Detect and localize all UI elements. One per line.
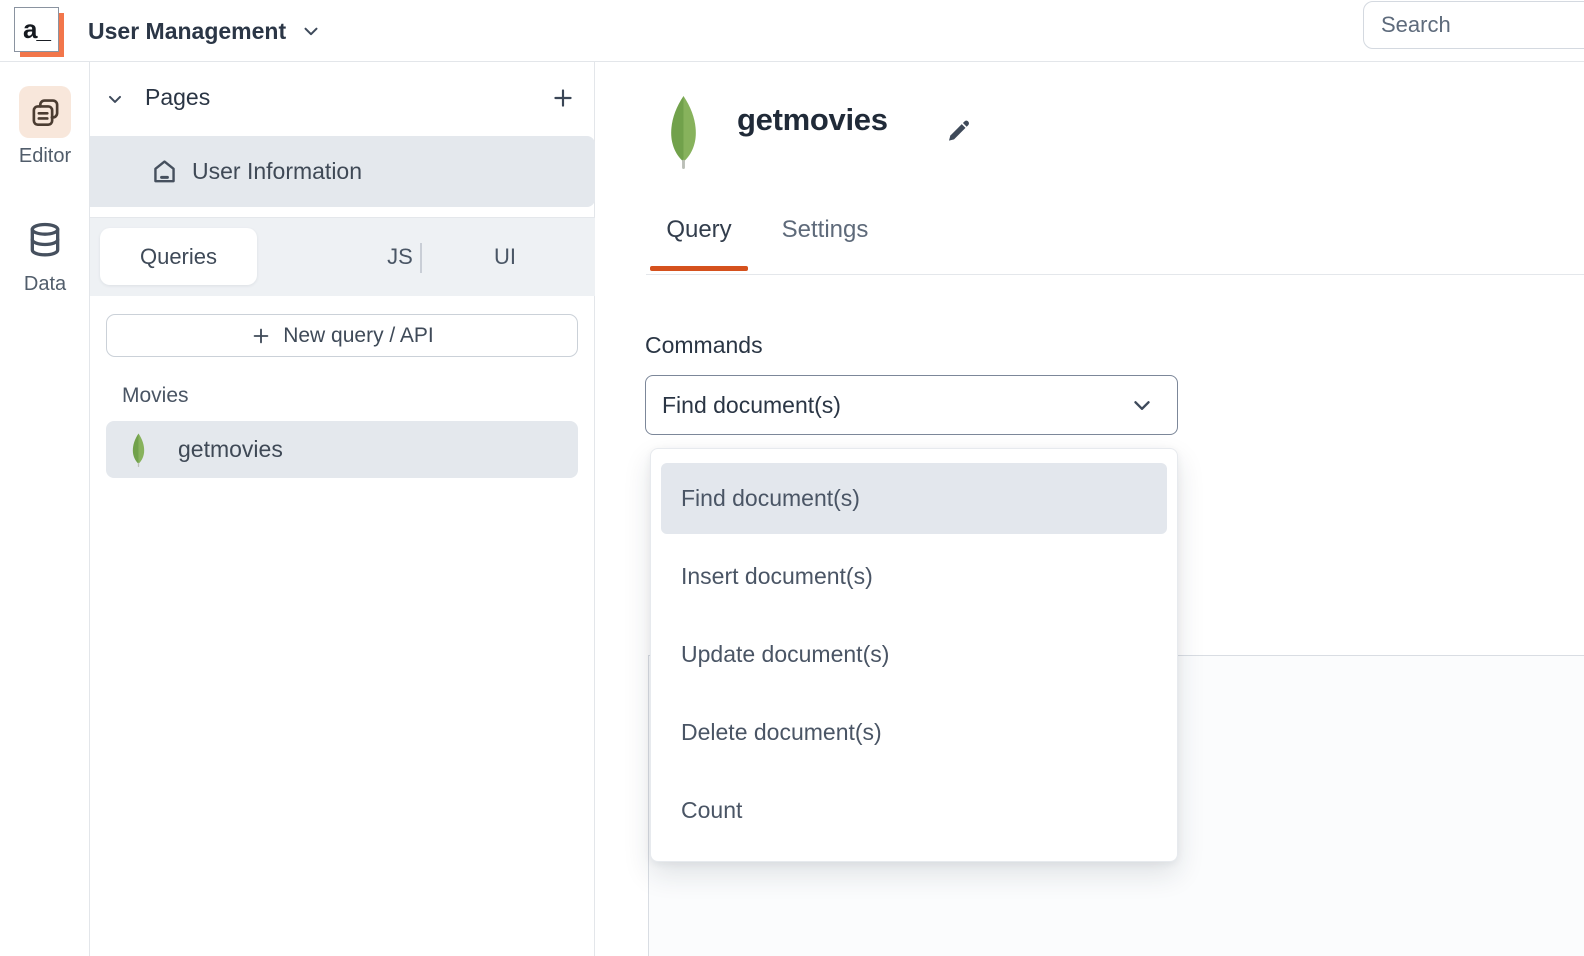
main-panel: getmovies Query Settings Commands Find d…	[595, 62, 1584, 956]
rail-item-editor[interactable]: Editor	[0, 86, 90, 168]
logo-mark: a_	[14, 7, 59, 52]
commands-select[interactable]: Find document(s)	[645, 375, 1178, 435]
rail-item-data[interactable]: Data	[0, 214, 90, 296]
sidebar-query-getmovies[interactable]: getmovies	[106, 421, 578, 478]
logo-text: a_	[23, 14, 50, 45]
page-item-label: User Information	[192, 158, 362, 185]
data-icon-box	[19, 214, 71, 266]
plus-icon	[250, 325, 272, 347]
chevron-down-icon	[300, 20, 322, 42]
query-item-label: getmovies	[178, 436, 283, 463]
tabs-border	[646, 274, 1584, 275]
new-query-button[interactable]: New query / API	[106, 314, 578, 357]
new-query-label: New query / API	[283, 324, 434, 348]
tab-ui[interactable]: UI	[470, 228, 540, 285]
database-icon	[25, 220, 65, 260]
chevron-down-icon[interactable]	[105, 89, 125, 109]
mongodb-icon	[665, 94, 702, 170]
commands-dropdown: Find document(s) Insert document(s) Upda…	[650, 448, 1178, 862]
tab-js[interactable]: JS	[365, 228, 435, 285]
tab-settings[interactable]: Settings	[772, 207, 878, 253]
commands-select-value: Find document(s)	[662, 392, 1129, 419]
dropdown-option-count[interactable]: Count	[661, 775, 1167, 846]
top-bar: a_ User Management	[0, 0, 1584, 62]
sidebar-segmented-control: Queries JS UI	[90, 218, 595, 296]
edit-pencil-icon[interactable]	[943, 116, 973, 146]
query-header: getmovies	[595, 62, 1584, 212]
tab-settings-label: Settings	[782, 216, 869, 244]
dropdown-option-find[interactable]: Find document(s)	[661, 463, 1167, 534]
segment-divider	[420, 243, 422, 273]
dropdown-option-insert[interactable]: Insert document(s)	[661, 541, 1167, 612]
mongodb-leaf-icon	[130, 432, 147, 468]
chevron-down-icon	[1129, 392, 1155, 418]
app-logo[interactable]: a_	[14, 7, 64, 57]
home-icon	[150, 157, 179, 186]
rail-label-data: Data	[0, 273, 90, 296]
app-title-menu[interactable]: User Management	[88, 0, 322, 62]
search-input[interactable]	[1363, 1, 1584, 49]
left-rail: Editor Data	[0, 62, 90, 956]
commands-label: Commands	[645, 332, 763, 359]
editor-icon-box	[19, 86, 71, 138]
tab-query-label: Query	[666, 216, 731, 244]
query-title: getmovies	[737, 102, 888, 138]
sidebar-page-user-information[interactable]: User Information	[90, 136, 595, 207]
dropdown-option-update[interactable]: Update document(s)	[661, 619, 1167, 690]
tab-queries[interactable]: Queries	[100, 228, 257, 285]
pages-title: Pages	[145, 84, 210, 111]
pages-header: Pages	[90, 62, 595, 136]
tab-query[interactable]: Query	[649, 207, 749, 253]
app-title: User Management	[88, 18, 286, 45]
active-tab-indicator	[650, 266, 748, 271]
query-group-label: Movies	[122, 384, 189, 408]
dropdown-option-delete[interactable]: Delete document(s)	[661, 697, 1167, 768]
pages-copy-icon	[30, 97, 61, 128]
add-page-button[interactable]	[550, 85, 576, 111]
rail-label-editor: Editor	[0, 145, 90, 168]
sidebar: Pages User Information Queries JS UI New…	[90, 62, 595, 956]
